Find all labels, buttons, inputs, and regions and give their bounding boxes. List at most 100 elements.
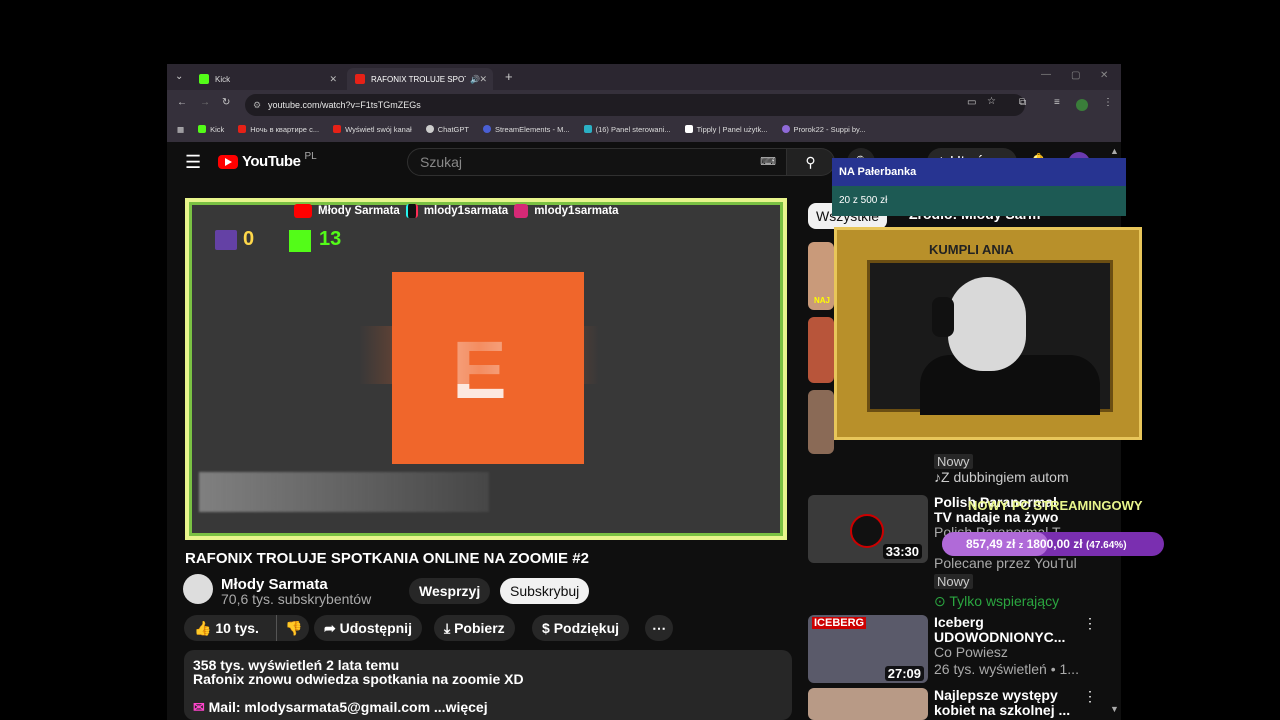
- bookmark-suppi[interactable]: Prorok22 - Suppi by...: [781, 125, 865, 134]
- video-player[interactable]: Młody Sarmata mlody1sarmata mlody1sarmat…: [185, 198, 787, 540]
- sidebar-thumbnail[interactable]: [808, 317, 834, 383]
- channel-logo-icon: [850, 514, 884, 548]
- more-actions-icon[interactable]: ⋯: [645, 615, 673, 641]
- media-icon[interactable]: ≡: [1054, 97, 1060, 108]
- sidebar-video-title-line2[interactable]: kobiet na szkolnej ...: [934, 703, 1070, 718]
- search-button[interactable]: ⚲: [787, 148, 835, 176]
- video-menu-icon[interactable]: ⋮: [1083, 615, 1097, 632]
- tab-label: RAFONIX TROLUJE SPOTKA: [371, 74, 466, 84]
- members-only-label: ⊙ Tylko wspierający: [934, 593, 1060, 609]
- download-label: Pobierz: [454, 620, 505, 636]
- menu-kebab-icon[interactable]: ⋮: [1103, 97, 1113, 108]
- sidebar-channel: Co Powiesz: [934, 644, 1008, 660]
- sidebar-video-title[interactable]: Iceberg: [934, 615, 984, 630]
- tab-youtube-active[interactable]: RAFONIX TROLUJE SPOTKA 🔊 ✕: [347, 68, 493, 90]
- bookmark-streamelements[interactable]: StreamElements - M...: [482, 125, 570, 134]
- video-menu-icon[interactable]: ⋮: [1083, 688, 1097, 705]
- tipply-icon: [684, 125, 693, 133]
- extensions-icon[interactable]: ⧉: [1019, 97, 1026, 108]
- sidebar-thumbnail[interactable]: ICEBERG 27:09: [808, 615, 928, 683]
- close-tab-icon[interactable]: ✕: [479, 74, 487, 85]
- thanks-button[interactable]: $ Podziękuj: [532, 615, 630, 641]
- bookmark-label: Ночь в квартире с...: [250, 124, 320, 134]
- streaming-goal-label: NOWY PC STREAMINGOWY: [968, 498, 1143, 513]
- tab-kick[interactable]: Kick ✕: [191, 68, 343, 90]
- youtube-icon: [294, 204, 312, 218]
- tab-label: Kick: [215, 74, 231, 84]
- youtube-icon: [333, 125, 342, 133]
- apps-icon[interactable]: ▦: [177, 125, 184, 134]
- sidebar-thumbnail[interactable]: [808, 688, 928, 720]
- video-duration: 27:09: [884, 666, 924, 681]
- search-input[interactable]: Szukaj ⌨: [407, 148, 787, 176]
- download-button[interactable]: ⤓ Pobierz: [434, 615, 515, 641]
- close-window-icon[interactable]: ✕: [1100, 70, 1108, 81]
- cast-icon[interactable]: ▭: [967, 97, 976, 108]
- youtube-logo[interactable]: YouTube PL: [218, 151, 317, 170]
- streaming-goal-bar: 857,49 zł z 1800,00 zł (47.64%): [942, 532, 1164, 556]
- sidebar-thumbnail[interactable]: 33:30: [808, 495, 928, 563]
- share-button[interactable]: ➦ Udostępnij: [314, 615, 422, 641]
- bookmark-kick[interactable]: Kick: [198, 125, 224, 134]
- bookmark-label: (16) Panel sterowani...: [595, 124, 671, 134]
- tab-search-icon[interactable]: ⌄: [175, 71, 183, 82]
- sidebar-thumbnail[interactable]: NAJ: [808, 242, 834, 310]
- thumbnail-label: ICEBERG: [812, 617, 867, 629]
- url-input[interactable]: ⚙ youtube.com/watch?v=F1tsTGmZEGs: [245, 94, 1025, 116]
- bookmark-chatgpt[interactable]: ChatGPT: [425, 125, 469, 134]
- kick-icon: [198, 125, 207, 133]
- social-youtube-name: Młody Sarmata: [318, 205, 400, 217]
- blurred-caption: [199, 472, 489, 512]
- scroll-down-icon[interactable]: ▼: [1110, 704, 1119, 714]
- keyboard-icon[interactable]: ⌨: [760, 149, 776, 175]
- motion-blur: [359, 326, 599, 384]
- sidebar-video-title[interactable]: Najlepsze występy: [934, 688, 1058, 703]
- logo-text: YouTube: [242, 153, 301, 170]
- minimize-icon[interactable]: —: [1041, 69, 1051, 80]
- reload-icon[interactable]: ↻: [222, 97, 230, 108]
- bookmark-youtube-video[interactable]: Ночь в квартире с...: [238, 125, 319, 134]
- thumbs-up-icon: 👍: [194, 620, 216, 636]
- bookmark-panel[interactable]: (16) Panel sterowani...: [583, 124, 671, 134]
- sidebar-recommended: Polecane przez YouTul: [934, 555, 1077, 571]
- goal-separator: z: [1018, 540, 1024, 550]
- sidebar-thumbnail[interactable]: [808, 390, 834, 454]
- thumbnail-text: NAJ: [814, 296, 831, 305]
- streamer-face: [948, 277, 1026, 371]
- thanks-label: Podziękuj: [553, 620, 620, 636]
- profile-avatar[interactable]: [1076, 99, 1088, 111]
- support-button[interactable]: Wesprzyj: [409, 578, 491, 604]
- channel-avatar[interactable]: [183, 574, 213, 604]
- description-text: Rafonix znowu odwiedza spotkania na zoom…: [193, 671, 524, 687]
- dubbing-text: Z dubbingiem autom: [941, 469, 1069, 485]
- goal-total: 1800,00 zł: [1026, 537, 1083, 551]
- like-button[interactable]: 👍 10 tys. 👎: [184, 615, 309, 641]
- thumbs-down-icon[interactable]: 👎: [276, 615, 302, 641]
- panel-icon: [583, 125, 592, 133]
- address-bar-row: ← → ↻ ⚙ youtube.com/watch?v=F1tsTGmZEGs …: [167, 92, 1121, 118]
- site-info-icon[interactable]: ⚙: [253, 94, 261, 116]
- tiktok-icon: [405, 204, 418, 218]
- bookmark-tipply[interactable]: Tipply | Panel użytk...: [684, 125, 768, 134]
- hamburger-menu-icon[interactable]: ☰: [185, 152, 201, 173]
- scroll-up-icon[interactable]: ▲: [1110, 146, 1119, 156]
- bookmark-star-icon[interactable]: ☆: [987, 96, 996, 107]
- youtube-icon: [238, 125, 247, 133]
- chatgpt-icon: [425, 125, 434, 133]
- close-tab-icon[interactable]: ✕: [329, 74, 337, 85]
- kick-icon: [289, 230, 311, 252]
- sidebar-video-title-line2[interactable]: UDOWODNIONYC...: [934, 630, 1065, 645]
- social-bar: Młody Sarmata mlody1sarmata mlody1sarmat…: [294, 202, 619, 220]
- more-link[interactable]: ...więcej: [434, 699, 488, 715]
- maximize-icon[interactable]: ▢: [1071, 70, 1080, 81]
- new-tab-icon[interactable]: +: [505, 69, 513, 84]
- mail-icon: ✉: [193, 699, 209, 715]
- sidebar-views: 26 tys. wyświetleń • 1...: [934, 661, 1079, 677]
- back-icon[interactable]: ←: [177, 97, 187, 108]
- bookmark-channel[interactable]: Wyświetl swój kanał: [333, 125, 412, 134]
- subscribe-button[interactable]: Subskrybuj: [500, 578, 590, 604]
- forward-icon[interactable]: →: [200, 97, 210, 108]
- subscriber-count: 70,6 tys. subskrybentów: [221, 591, 372, 607]
- webcam-feed: [867, 260, 1113, 415]
- description-box[interactable]: 358 tys. wyświetleń 2 lata temu Rafonix …: [184, 650, 792, 720]
